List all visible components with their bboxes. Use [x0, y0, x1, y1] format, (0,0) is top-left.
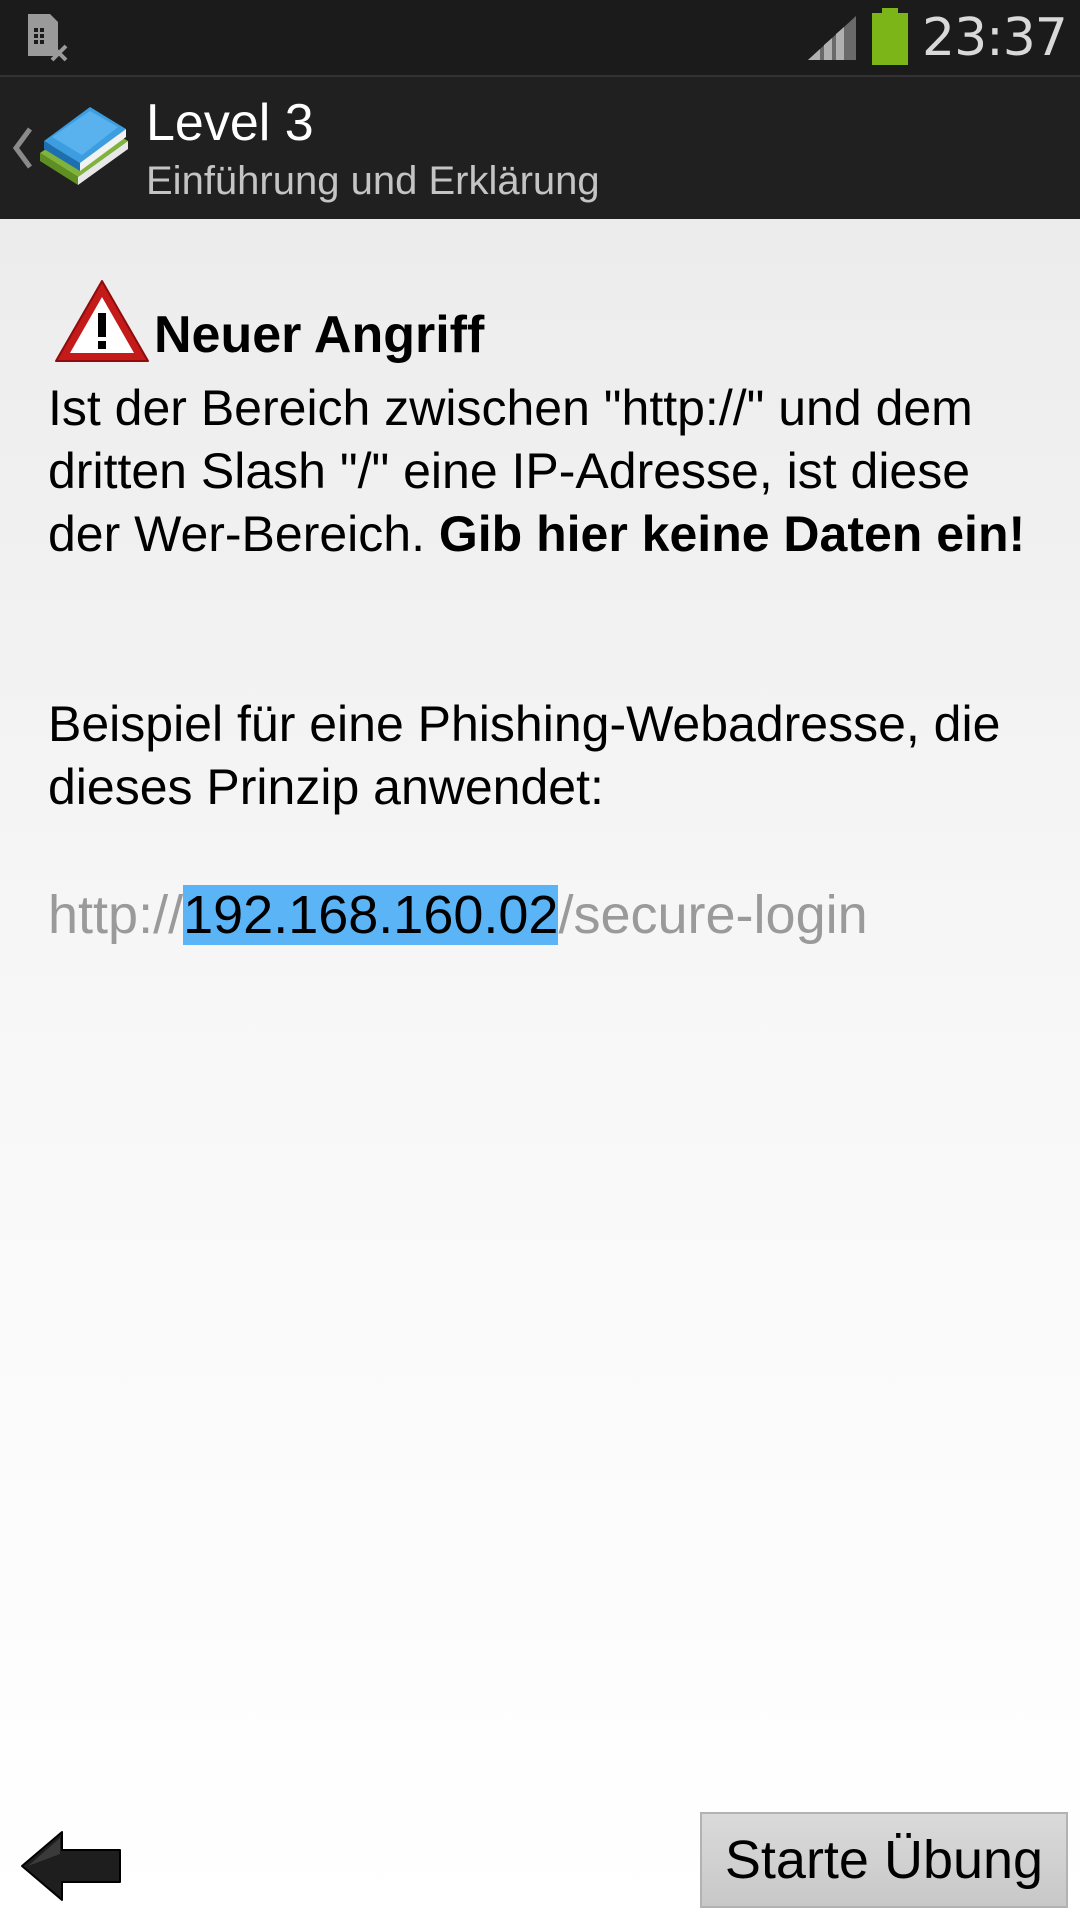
- signal-icon: [808, 16, 856, 60]
- alert-title: Neuer Angriff: [154, 306, 485, 364]
- explanation-text-bold: Gib hier keine Daten ein!: [438, 506, 1026, 562]
- action-bar: Level 3 Einführung und Erklärung: [0, 75, 1080, 219]
- content-area: Neuer Angriff Ist der Bereich zwischen "…: [0, 219, 1080, 1920]
- explanation-text: Ist der Bereich zwischen "http://" und d…: [48, 377, 1038, 566]
- sim-card-error-icon: [28, 14, 68, 62]
- page-subtitle: Einführung und Erklärung: [146, 159, 600, 203]
- up-chevron-icon[interactable]: [10, 125, 34, 171]
- example-url: http://192.168.160.02/secure-login: [48, 881, 868, 949]
- example-intro-text: Beispiel für eine Phishing-Webadresse, d…: [48, 696, 1001, 815]
- battery-icon: [872, 8, 908, 65]
- url-suffix: /secure-login: [558, 885, 868, 945]
- page-title: Level 3: [146, 94, 314, 152]
- status-bar: 23:37: [0, 0, 1080, 75]
- books-app-icon[interactable]: [34, 93, 134, 193]
- back-arrow-icon[interactable]: [18, 1828, 124, 1904]
- url-prefix: http://: [48, 885, 184, 945]
- warning-icon: [55, 280, 149, 362]
- url-ip-highlight: 192.168.160.02: [183, 885, 559, 945]
- status-time: 23:37: [922, 8, 1068, 68]
- start-exercise-button[interactable]: Starte Übung: [700, 1812, 1068, 1908]
